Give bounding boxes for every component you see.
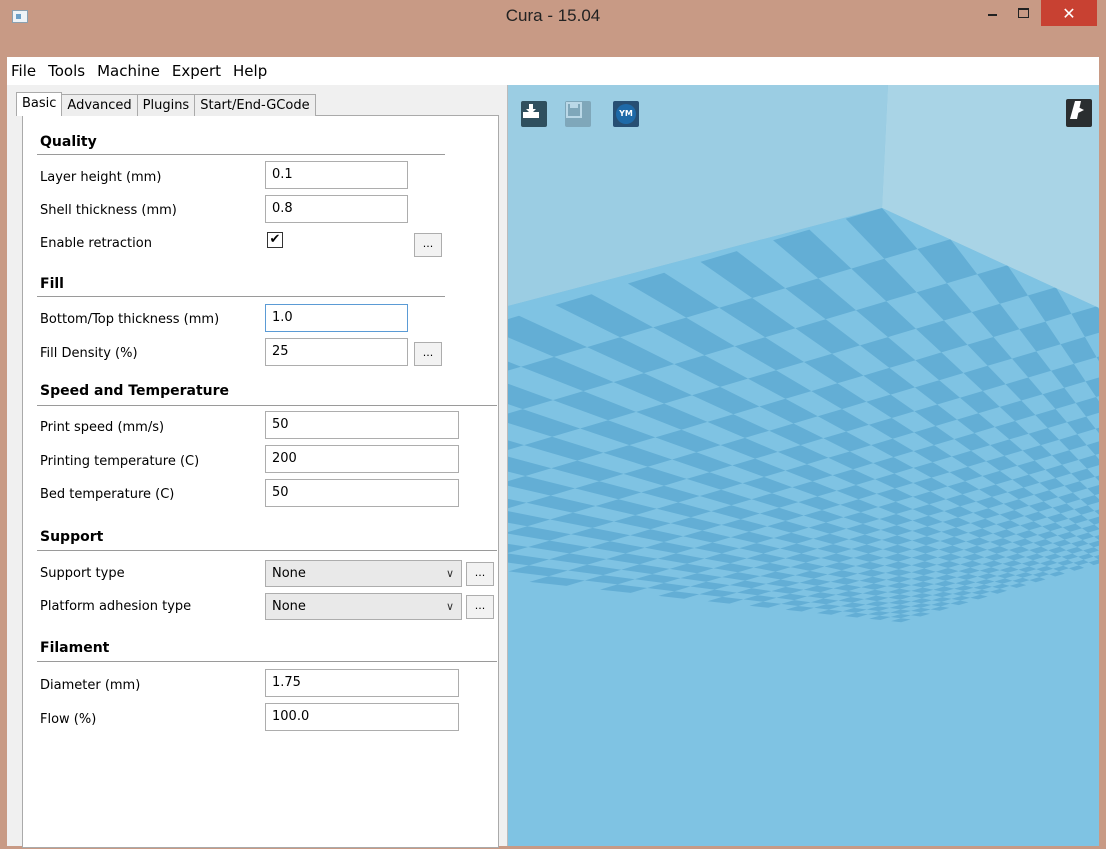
settings-tabs: Basic Advanced Plugins Start/End-GCode [16,92,316,116]
bed-temperature-label: Bed temperature (C) [40,487,175,502]
chevron-down-icon: ∨ [445,600,454,613]
section-filament-title: Filament [40,640,110,656]
section-fill-divider [37,296,445,297]
section-speed-divider [37,405,497,406]
support-type-value: None [272,566,306,581]
menu-expert[interactable]: Expert [166,62,227,80]
load-icon [521,101,547,127]
fill-density-field[interactable]: 25 [265,338,408,366]
layer-height-field[interactable]: 0.1 [265,161,408,189]
close-icon: ✕ [1062,3,1076,23]
bottom-top-thickness-field[interactable]: 1.0 [265,304,408,332]
platform-adhesion-value: None [272,599,306,614]
fill-density-label: Fill Density (%) [40,346,138,361]
flow-label: Flow (%) [40,712,97,727]
close-button[interactable]: ✕ [1041,0,1097,26]
section-support-divider [37,550,497,551]
section-filament-divider [37,661,497,662]
youmagine-button[interactable]: YM [613,101,639,127]
menu-machine[interactable]: Machine [91,62,166,80]
tab-plugins[interactable]: Plugins [136,94,196,116]
platform-adhesion-label: Platform adhesion type [40,599,192,614]
load-model-button[interactable] [521,101,547,127]
shell-thickness-field[interactable]: 0.8 [265,195,408,223]
view-mode-button[interactable] [1066,99,1092,127]
minimize-button[interactable] [975,0,1009,26]
section-fill-title: Fill [40,276,64,292]
support-type-select[interactable]: None ∨ [265,560,462,587]
application-window: Cura - 15.04 ✕ File Tools Machine Expert… [0,0,1106,849]
section-support-title: Support [40,529,104,545]
save-gcode-button[interactable] [565,101,591,127]
section-speed-title: Speed and Temperature [40,383,229,399]
flow-field[interactable]: 100.0 [265,703,459,731]
support-type-label: Support type [40,566,125,581]
menu-bar: File Tools Machine Expert Help [7,57,1099,85]
bed-temperature-field[interactable]: 50 [265,479,459,507]
enable-retraction-checkbox[interactable]: ✔ [267,232,283,248]
maximize-icon [1017,8,1029,18]
printing-temperature-label: Printing temperature (C) [40,454,200,469]
youmagine-icon: YM [616,104,636,124]
title-bar: Cura - 15.04 ✕ [0,0,1106,57]
printing-temperature-field[interactable]: 200 [265,445,459,473]
maximize-button[interactable] [1009,0,1037,26]
layer-height-label: Layer height (mm) [40,170,162,185]
diameter-field[interactable]: 1.75 [265,669,459,697]
section-quality-divider [37,154,445,155]
print-speed-field[interactable]: 50 [265,411,459,439]
platform-adhesion-settings-button[interactable]: ... [466,595,494,619]
3d-viewport[interactable]: YM [508,85,1099,846]
enable-retraction-label: Enable retraction [40,236,152,251]
shell-thickness-label: Shell thickness (mm) [40,203,177,218]
save-icon [565,101,591,127]
tab-advanced[interactable]: Advanced [61,94,138,116]
section-quality-title: Quality [40,134,97,150]
tab-basic[interactable]: Basic [16,92,63,116]
diameter-label: Diameter (mm) [40,678,141,693]
tab-start-end-gcode[interactable]: Start/End-GCode [194,94,316,116]
platform-adhesion-select[interactable]: None ∨ [265,593,462,620]
bottom-top-thickness-label: Bottom/Top thickness (mm) [40,312,220,327]
minimize-icon [987,14,997,16]
support-settings-button[interactable]: ... [466,562,494,586]
menu-help[interactable]: Help [227,62,273,80]
window-title: Cura - 15.04 [505,6,601,25]
build-volume-scene [508,85,1099,846]
view-mode-icon [1066,99,1092,127]
fill-density-settings-button[interactable]: ... [414,342,442,366]
menu-tools[interactable]: Tools [42,62,91,80]
retraction-settings-button[interactable]: ... [414,233,442,257]
chevron-down-icon: ∨ [445,567,454,580]
menu-file[interactable]: File [7,62,42,80]
print-speed-label: Print speed (mm/s) [40,420,165,435]
